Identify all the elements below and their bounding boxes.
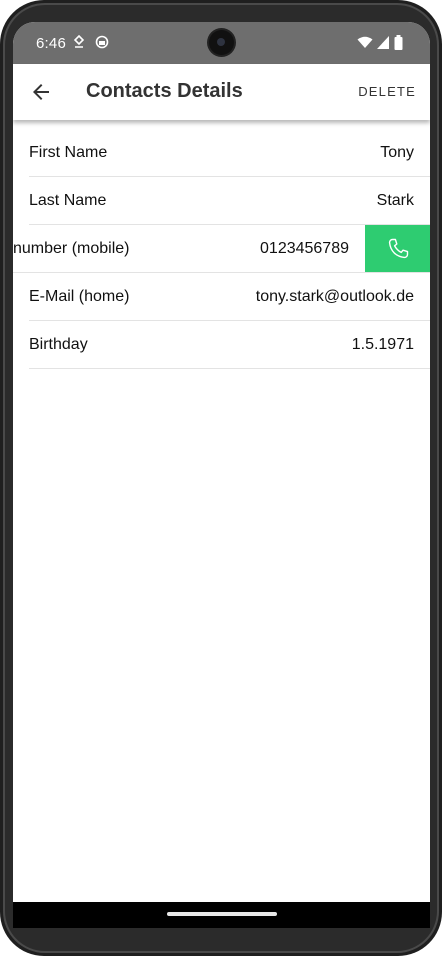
- phone-icon: [388, 238, 409, 259]
- field-last-name: Last Name Stark: [13, 177, 430, 225]
- notification-icon: [73, 34, 85, 54]
- field-first-name: First Name Tony: [13, 129, 430, 177]
- home-gesture-handle[interactable]: [167, 912, 277, 916]
- field-phone-mobile[interactable]: number (mobile) 0123456789: [13, 225, 430, 273]
- field-label: Last Name: [29, 192, 107, 209]
- navigation-bar: [13, 902, 430, 928]
- battery-icon: [394, 35, 403, 55]
- status-time: 6:46: [36, 35, 66, 52]
- field-value: Tony: [380, 144, 414, 161]
- field-label: Birthday: [29, 336, 88, 353]
- divider: [29, 368, 430, 369]
- android-debug-icon: [95, 35, 109, 54]
- field-label: First Name: [29, 144, 108, 161]
- field-value: Stark: [376, 192, 414, 209]
- field-label: E-Mail (home): [29, 288, 130, 305]
- status-bar: 6:46: [13, 22, 430, 64]
- call-button[interactable]: [365, 225, 430, 273]
- wifi-icon: [357, 36, 373, 54]
- field-value: tony.stark@outlook.de: [255, 288, 414, 305]
- signal-icon: [377, 36, 389, 54]
- field-value: 0123456789: [260, 240, 349, 257]
- field-email-home: E-Mail (home) tony.stark@outlook.de: [13, 273, 430, 321]
- back-button[interactable]: [29, 80, 53, 104]
- page-title: Contacts Details: [86, 80, 243, 102]
- screen: 6:46 Contacts Details DELETE First Name …: [13, 22, 430, 928]
- field-value: 1.5.1971: [351, 336, 414, 353]
- delete-button[interactable]: DELETE: [358, 84, 416, 99]
- field-label: number (mobile): [13, 240, 130, 257]
- app-bar: Contacts Details DELETE: [13, 64, 430, 120]
- front-camera: [209, 30, 234, 55]
- field-birthday: Birthday 1.5.1971: [13, 321, 430, 369]
- arrow-back-icon: [33, 84, 49, 100]
- contact-detail-list: First Name Tony Last Name Stark number (…: [13, 129, 430, 369]
- device-frame: 6:46 Contacts Details DELETE First Name …: [0, 0, 442, 956]
